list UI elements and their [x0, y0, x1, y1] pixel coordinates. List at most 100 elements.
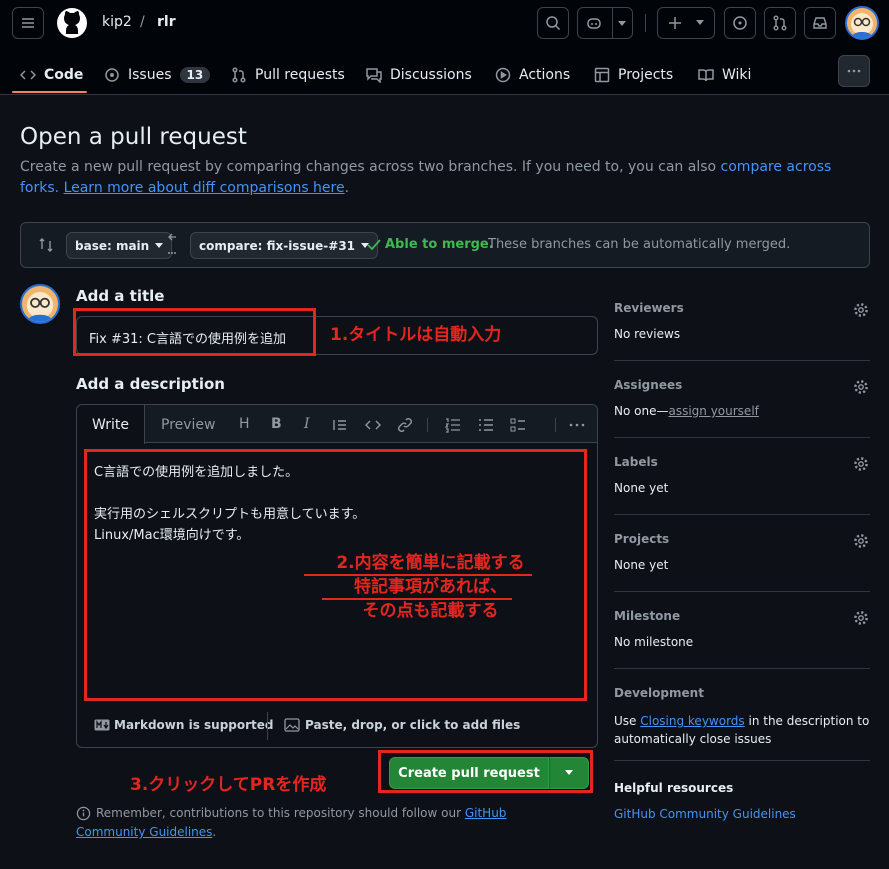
annotation-description: 2.内容を簡単に記載する 特記事項があれば、 その点も記載する	[336, 553, 525, 621]
more-tabs-button[interactable]	[838, 55, 870, 87]
search-button[interactable]	[537, 7, 569, 39]
author-avatar	[20, 284, 60, 324]
contribution-note: Remember, contributions to this reposito…	[76, 806, 507, 839]
kebab-horizontal-icon	[847, 69, 861, 73]
tab-preview[interactable]: Preview	[161, 417, 216, 433]
repo-owner-link[interactable]: kip2	[102, 14, 132, 30]
projects-label: Projects	[614, 532, 670, 546]
chevron-down-icon	[155, 242, 164, 248]
chevron-down-icon	[696, 20, 704, 25]
pull-requests-button[interactable]	[764, 7, 796, 39]
annotation-box-create	[378, 750, 593, 793]
book-icon	[698, 69, 714, 82]
arrow-left-icon	[166, 231, 178, 263]
tab-issues[interactable]: Issues 13	[104, 56, 211, 94]
table-icon	[594, 67, 610, 83]
closing-keywords-link[interactable]: Closing keywords	[640, 714, 744, 728]
avatar-image-icon	[26, 292, 54, 322]
tab-write[interactable]: Write	[77, 405, 145, 444]
merge-status-message: These branches can be automatically merg…	[488, 237, 791, 252]
heading-icon[interactable]: H	[239, 416, 250, 432]
page-title: Open a pull request	[20, 124, 247, 150]
bold-icon[interactable]: B	[271, 416, 282, 432]
page-description: Create a new pull request by comparing c…	[20, 159, 832, 196]
sidebar-divider	[614, 760, 870, 761]
tab-wiki[interactable]: Wiki	[698, 56, 751, 94]
add-title-label: Add a title	[76, 287, 165, 305]
tab-projects[interactable]: Projects	[594, 56, 673, 94]
issues-count-badge: 13	[179, 67, 211, 83]
labels-label: Labels	[614, 455, 658, 469]
base-branch-select[interactable]: base: main	[66, 232, 173, 259]
plus-icon	[669, 17, 681, 29]
tab-actions[interactable]: Actions	[495, 56, 570, 94]
check-icon	[367, 239, 381, 251]
development-label: Development	[614, 686, 704, 700]
menu-button[interactable]	[12, 7, 44, 39]
avatar-image-icon	[851, 13, 873, 38]
labels-value: None yet	[614, 481, 669, 495]
more-options-icon[interactable]	[568, 417, 586, 433]
repo-name-link[interactable]: rlr	[157, 14, 176, 30]
repo-separator: /	[140, 14, 145, 30]
chevron-down-icon	[618, 21, 626, 26]
helpful-guidelines-link[interactable]: GitHub Community Guidelines	[614, 807, 796, 821]
tab-code[interactable]: Code	[20, 56, 83, 94]
copilot-button[interactable]	[577, 7, 633, 39]
annotation-box-title	[73, 308, 316, 356]
markdown-supported-note[interactable]: Markdown is supported	[114, 718, 274, 732]
code-icon	[20, 70, 36, 80]
annotation-underline	[322, 598, 512, 600]
inbox-icon	[813, 17, 827, 29]
tab-discussions[interactable]: Discussions	[366, 56, 472, 94]
issues-button[interactable]	[724, 7, 756, 39]
global-header: kip2 / rlr Code Issues 13 Pull requests	[0, 0, 889, 95]
attach-files-note[interactable]: Paste, drop, or click to add files	[305, 718, 520, 732]
assignees-label: Assignees	[614, 378, 683, 392]
gear-icon[interactable]	[853, 533, 869, 549]
github-logo-icon[interactable]	[56, 7, 88, 39]
user-avatar[interactable]	[845, 6, 879, 40]
hamburger-icon	[22, 18, 34, 28]
development-text: Use Closing keywords in the description …	[614, 714, 870, 746]
sidebar-divider	[614, 360, 870, 361]
sidebar-divider	[614, 668, 870, 669]
tab-code-underline	[12, 91, 87, 93]
assignees-value: No one—assign yourself	[614, 404, 759, 418]
learn-more-link[interactable]: Learn more about diff comparisons here	[64, 180, 345, 196]
quote-icon[interactable]	[332, 417, 348, 433]
copilot-icon	[587, 18, 601, 29]
able-to-merge-text: Able to merge.	[385, 237, 494, 252]
helpful-resources-label: Helpful resources	[614, 781, 734, 795]
pull-request-icon	[232, 67, 246, 83]
code-icon[interactable]	[364, 417, 382, 433]
issue-icon	[733, 16, 747, 30]
discussion-icon	[366, 68, 382, 83]
compare-branch-select[interactable]: compare: fix-issue-#31	[190, 232, 379, 259]
compare-arrows-icon	[39, 238, 53, 252]
add-description-label: Add a description	[76, 375, 225, 393]
gear-icon[interactable]	[853, 379, 869, 395]
task-list-icon[interactable]	[510, 417, 526, 433]
tab-pull-requests[interactable]: Pull requests	[231, 56, 345, 94]
play-icon	[495, 67, 511, 83]
numbered-list-icon[interactable]	[445, 417, 461, 433]
gear-icon[interactable]	[853, 610, 869, 626]
inbox-button[interactable]	[804, 7, 836, 39]
gear-icon[interactable]	[853, 456, 869, 472]
annotation-underline	[304, 574, 532, 576]
assign-yourself-link[interactable]: assign yourself	[668, 404, 758, 418]
unordered-list-icon[interactable]	[478, 417, 494, 433]
italic-icon[interactable]: I	[304, 416, 310, 432]
gear-icon[interactable]	[853, 302, 869, 318]
annotation-title: 1.タイトルは自動入力	[330, 325, 502, 345]
create-new-button[interactable]	[657, 7, 715, 39]
editor-footer-divider	[77, 704, 597, 705]
image-icon	[284, 718, 300, 732]
search-icon	[546, 16, 561, 31]
issue-icon	[105, 68, 119, 82]
reviewers-value: No reviews	[614, 327, 681, 341]
sidebar-divider	[614, 437, 870, 438]
milestone-value: No milestone	[614, 635, 694, 649]
link-icon[interactable]	[397, 417, 413, 433]
